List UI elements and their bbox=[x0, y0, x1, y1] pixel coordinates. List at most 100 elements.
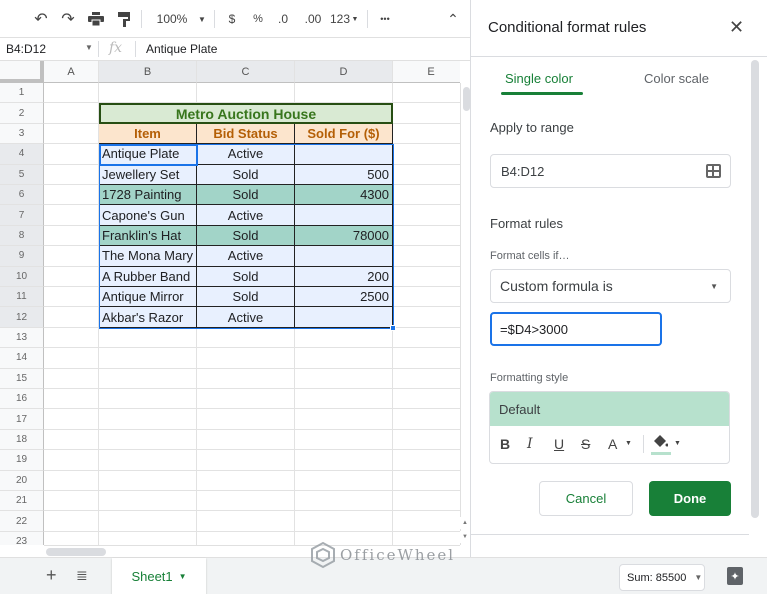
grid-cell[interactable] bbox=[393, 389, 460, 410]
grid-cell[interactable] bbox=[197, 429, 295, 451]
grid-cell[interactable] bbox=[393, 205, 460, 226]
column-header[interactable]: B bbox=[99, 61, 197, 83]
grid-cell[interactable] bbox=[393, 348, 460, 369]
percent-format-button[interactable]: % bbox=[251, 9, 265, 29]
grid-cell[interactable] bbox=[44, 450, 99, 471]
grid-cell[interactable] bbox=[44, 348, 99, 369]
row-header[interactable]: 23 bbox=[0, 531, 44, 545]
grid-cell[interactable] bbox=[99, 491, 197, 512]
grid-cell[interactable] bbox=[44, 266, 99, 287]
grid-cell[interactable] bbox=[44, 164, 99, 185]
increase-decimal-button[interactable]: .00 bbox=[302, 9, 324, 29]
grid-cell[interactable] bbox=[295, 429, 393, 451]
grid-cell[interactable] bbox=[393, 246, 460, 267]
grid-cell[interactable] bbox=[44, 470, 99, 491]
explore-icon[interactable]: ✦ bbox=[727, 567, 743, 585]
grid-cell[interactable] bbox=[44, 123, 99, 145]
grid-cell[interactable] bbox=[197, 511, 295, 532]
column-header[interactable]: D bbox=[295, 61, 393, 83]
name-box[interactable]: B4:D12 bbox=[6, 42, 46, 56]
fill-handle[interactable] bbox=[390, 324, 396, 331]
table-cell-sold[interactable] bbox=[295, 246, 393, 267]
grid-cell[interactable] bbox=[99, 409, 197, 430]
zoom-select[interactable]: 100% bbox=[155, 9, 189, 29]
row-header[interactable]: 9 bbox=[0, 246, 44, 267]
grid-cell[interactable] bbox=[44, 287, 99, 308]
grid-cell[interactable] bbox=[44, 225, 99, 247]
grid-cell[interactable] bbox=[393, 226, 460, 247]
zoom-caret-icon[interactable]: ▼ bbox=[196, 9, 208, 29]
table-cell-sold[interactable]: 2500 bbox=[295, 287, 393, 308]
grid-cell[interactable] bbox=[44, 103, 99, 124]
grid-cell[interactable] bbox=[295, 348, 393, 369]
grid-cell[interactable] bbox=[393, 369, 460, 389]
table-cell-status[interactable]: Sold bbox=[197, 185, 295, 206]
grid-cell[interactable] bbox=[393, 307, 460, 328]
grid-cell[interactable] bbox=[99, 429, 197, 451]
grid-cell[interactable] bbox=[295, 450, 393, 471]
table-header-cell[interactable]: Sold For ($) bbox=[295, 123, 393, 145]
grid-cell[interactable] bbox=[393, 328, 460, 349]
grid-cell[interactable] bbox=[44, 491, 99, 512]
fill-color-icon[interactable] bbox=[652, 434, 669, 451]
close-icon[interactable]: ✕ bbox=[729, 17, 744, 38]
grid-cell[interactable] bbox=[393, 511, 460, 532]
redo-icon[interactable]: ↷ bbox=[58, 9, 78, 29]
grid-cell[interactable] bbox=[44, 409, 99, 430]
row-header[interactable]: 3 bbox=[0, 123, 44, 145]
table-cell-sold[interactable] bbox=[295, 307, 393, 328]
row-header[interactable]: 17 bbox=[0, 409, 44, 430]
grid-cell[interactable] bbox=[44, 429, 99, 451]
row-header[interactable]: 16 bbox=[0, 389, 44, 410]
all-sheets-icon[interactable]: ≣ bbox=[76, 567, 88, 584]
table-cell-item[interactable]: Akbar's Razor bbox=[99, 307, 197, 328]
name-box-caret-icon[interactable]: ▼ bbox=[85, 43, 93, 52]
grid-cell[interactable] bbox=[295, 409, 393, 430]
grid-cell[interactable] bbox=[99, 470, 197, 491]
panel-scrollbar[interactable] bbox=[751, 60, 759, 518]
table-cell-sold[interactable] bbox=[295, 144, 393, 165]
grid-cell[interactable] bbox=[99, 83, 197, 104]
grid-cell[interactable] bbox=[99, 389, 197, 410]
scroll-down-arrow-icon[interactable]: ▼ bbox=[460, 531, 470, 543]
grid-cell[interactable] bbox=[393, 124, 460, 145]
grid-cell[interactable] bbox=[295, 470, 393, 491]
column-header[interactable]: E bbox=[393, 61, 460, 83]
grid-cell[interactable] bbox=[99, 450, 197, 471]
underline-icon[interactable]: U bbox=[554, 436, 564, 452]
grid-cell[interactable] bbox=[197, 389, 295, 410]
more-formats-button[interactable]: 123 bbox=[329, 9, 351, 29]
table-header-cell[interactable]: Bid Status bbox=[197, 123, 295, 145]
vertical-scroll-thumb[interactable] bbox=[463, 87, 470, 111]
spreadsheet-grid[interactable]: A B C D E 1 2 3 4 5 6 7 8 9 10 11 12 13 14 15 16 17 18 19 20 21 22… bbox=[0, 61, 460, 545]
grid-cell[interactable] bbox=[295, 511, 393, 532]
table-cell-item[interactable]: A Rubber Band bbox=[99, 266, 197, 287]
grid-cell[interactable] bbox=[197, 450, 295, 471]
table-cell-status[interactable]: Active bbox=[197, 246, 295, 267]
table-cell-status[interactable]: Sold bbox=[197, 225, 295, 247]
more-options-icon[interactable]: ••• bbox=[376, 9, 394, 29]
grid-cell[interactable] bbox=[295, 389, 393, 410]
grid-cell[interactable] bbox=[393, 165, 460, 185]
grid-cell[interactable] bbox=[99, 348, 197, 369]
tab-color-scale[interactable]: Color scale bbox=[644, 71, 709, 86]
vertical-scrollbar[interactable] bbox=[460, 83, 470, 545]
row-header[interactable]: 4 bbox=[0, 144, 44, 165]
select-all-corner[interactable] bbox=[0, 61, 44, 83]
table-cell-status[interactable]: Sold bbox=[197, 287, 295, 308]
text-color-caret-icon[interactable]: ▼ bbox=[625, 440, 632, 447]
row-header[interactable]: 21 bbox=[0, 491, 44, 512]
sheet-tab-caret-icon[interactable]: ▼ bbox=[179, 572, 187, 581]
table-cell-item[interactable]: 1728 Painting bbox=[99, 185, 197, 206]
grid-cell[interactable] bbox=[295, 83, 393, 104]
grid-cell[interactable] bbox=[44, 389, 99, 410]
grid-cell[interactable] bbox=[393, 430, 460, 451]
grid-cell[interactable] bbox=[393, 83, 460, 104]
row-header[interactable]: 2 bbox=[0, 103, 44, 124]
grid-cell[interactable] bbox=[393, 287, 460, 308]
grid-cell[interactable] bbox=[295, 327, 393, 349]
condition-select[interactable]: Custom formula is ▼ bbox=[490, 269, 731, 303]
grid-cell[interactable] bbox=[99, 531, 197, 545]
table-cell-status[interactable]: Sold bbox=[197, 266, 295, 287]
grid-cell[interactable] bbox=[197, 409, 295, 430]
